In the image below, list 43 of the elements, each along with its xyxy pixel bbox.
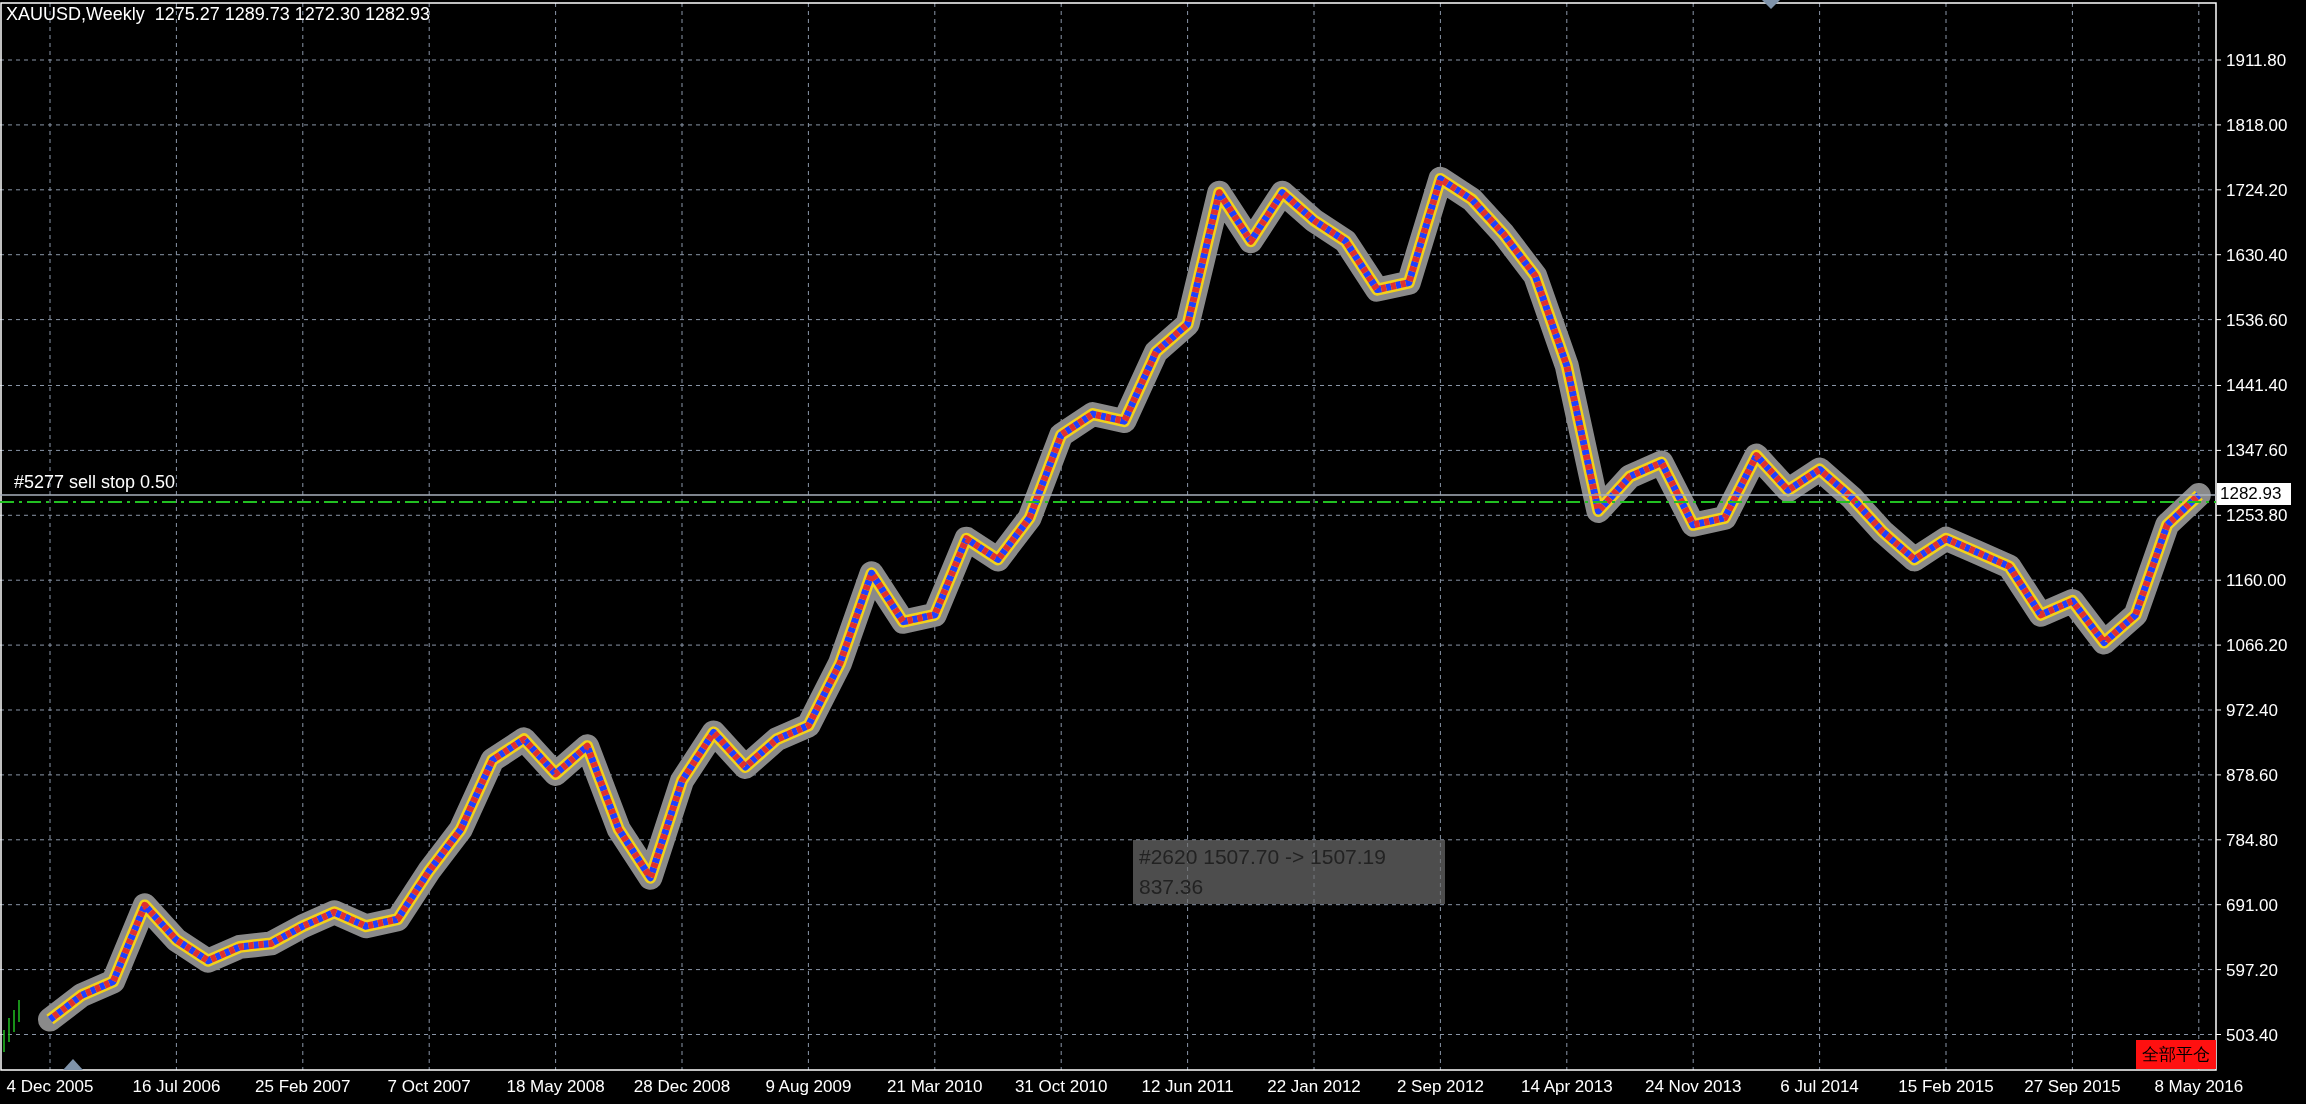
date-axis-label: 22 Jan 2012: [1267, 1077, 1361, 1096]
price-axis-label: 1347.60: [2226, 441, 2288, 461]
tooltip-text: 837.36: [1139, 874, 1205, 900]
price-axis-label: 597.20: [2226, 960, 2278, 980]
date-axis-label: 16 Jul 2006: [132, 1077, 221, 1096]
date-axis-label: 21 Mar 2010: [887, 1077, 983, 1096]
price-axis-label: 1066.20: [2226, 636, 2288, 656]
price-axis-label: 1911.80: [2226, 51, 2287, 70]
bid-price-label: 1282.93: [2217, 483, 2291, 506]
date-axis-label: 8 May 2016: [2154, 1077, 2244, 1096]
candle-marks: [3, 999, 20, 1053]
price-axis-label: 1818.00: [2226, 115, 2288, 135]
date-axis-label: 25 Feb 2007: [255, 1077, 351, 1096]
price-axis-label: 1536.60: [2226, 310, 2288, 330]
date-axis-label: 9 Aug 2009: [765, 1077, 852, 1096]
triangle-icon[interactable]: [1762, 0, 1780, 9]
price-axis-label: 784.80: [2226, 830, 2278, 850]
triangle-icon[interactable]: [63, 1059, 83, 1070]
date-axis-label: 24 Nov 2013: [1645, 1077, 1742, 1096]
price-axis-label: 1724.20: [2226, 180, 2288, 200]
price-axis-label: 503.40: [2226, 1025, 2278, 1045]
date-axis-label: 7 Oct 2007: [387, 1077, 471, 1096]
date-axis-label: 27 Sep 2015: [2024, 1077, 2121, 1096]
price-axis-label: 1630.40: [2226, 245, 2288, 265]
order-line[interactable]: [0, 501, 2216, 504]
price-axis-label: 878.60: [2226, 765, 2278, 785]
price-axis-label: 691.00: [2226, 895, 2278, 915]
price-axis-label: 972.40: [2226, 701, 2278, 720]
date-axis-label: 31 Oct 2010: [1014, 1077, 1108, 1096]
price-axis-label: 1253.80: [2226, 506, 2288, 526]
date-axis-label: 6 Jul 2014: [1780, 1077, 1859, 1096]
order-label: #5277 sell stop 0.50: [14, 472, 176, 494]
close-all-button[interactable]: 全部平仓: [2136, 1040, 2216, 1069]
date-axis-label: 4 Dec 2005: [6, 1077, 94, 1096]
date-axis-label: 14 Apr 2013: [1520, 1077, 1613, 1096]
price-axis-label: 1160.00: [2226, 571, 2287, 591]
date-axis-label: 18 May 2008: [506, 1077, 605, 1096]
date-axis-label: 15 Feb 2015: [1898, 1077, 1994, 1096]
date-axis-label: 28 Dec 2008: [633, 1077, 731, 1096]
chart-header: XAUUSD,Weekly 1275.27 1289.73 1272.30 1282.93: [6, 4, 430, 25]
date-axis-label: 12 Jun 2011: [1141, 1077, 1234, 1096]
price-axis-label: 1441.40: [2226, 376, 2288, 396]
date-axis-label: 2 Sep 2012: [1396, 1077, 1484, 1096]
